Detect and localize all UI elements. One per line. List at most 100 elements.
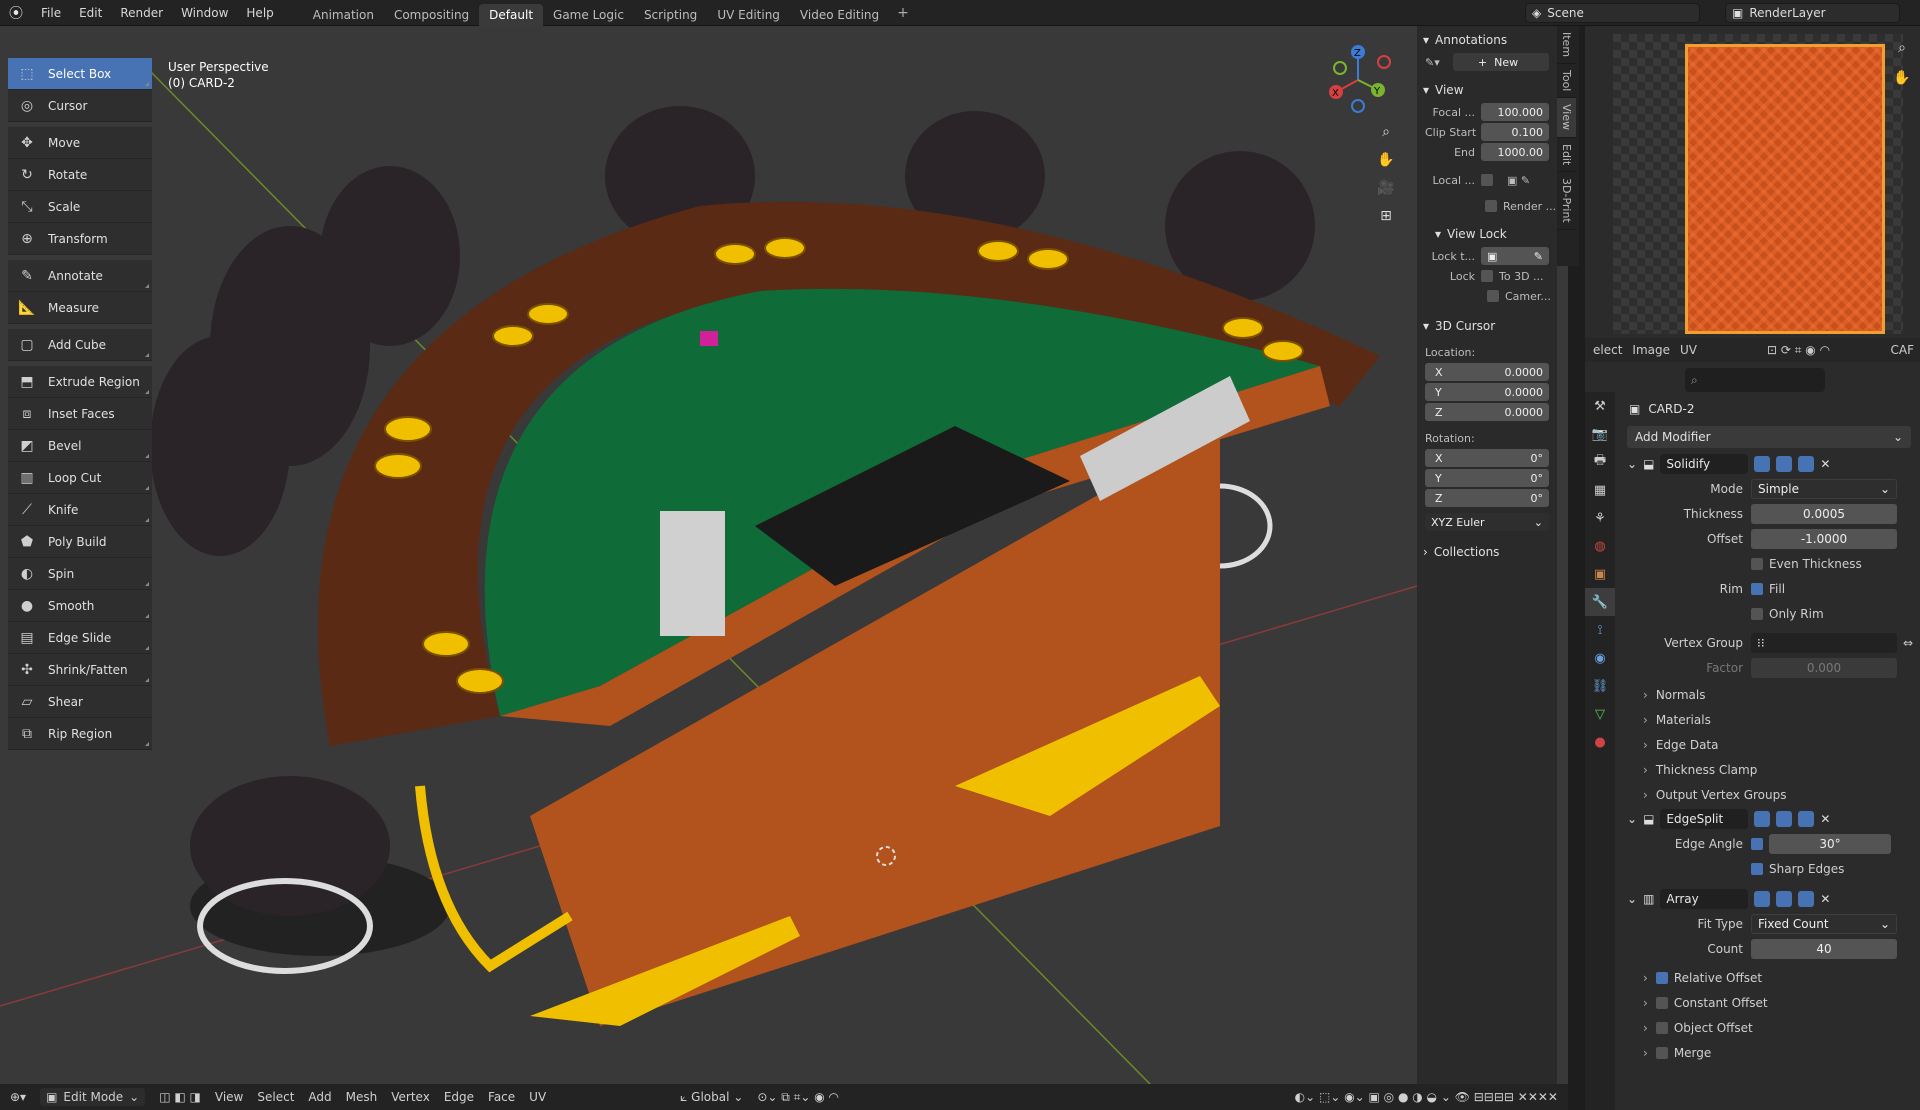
- blender-logo-icon[interactable]: ⦿: [0, 0, 32, 26]
- relative-offset-subpanel[interactable]: Relative Offset: [1621, 965, 1917, 990]
- pan-hand-icon[interactable]: ✋: [1374, 148, 1398, 172]
- even-thickness-checkbox[interactable]: [1751, 557, 1763, 570]
- tab-game-logic[interactable]: Game Logic: [543, 4, 634, 26]
- lock-camera-checkbox[interactable]: [1487, 290, 1499, 302]
- navigation-gizmo[interactable]: Z X Y: [1318, 40, 1398, 120]
- zoom-icon[interactable]: ⌕: [1890, 36, 1914, 60]
- menu-file[interactable]: File: [32, 0, 70, 26]
- invert-icon[interactable]: ⇔: [1903, 636, 1913, 650]
- sharp-edges-checkbox[interactable]: [1751, 862, 1763, 875]
- thickness-field[interactable]: 0.0005: [1751, 503, 1897, 524]
- menu-mesh[interactable]: Mesh: [346, 1090, 378, 1104]
- cursor-location-z-field[interactable]: Z 0.0000: [1425, 403, 1549, 421]
- cursor-location-x-field[interactable]: X 0.0000: [1425, 363, 1549, 381]
- tool-shear[interactable]: ▱ Shear: [8, 686, 152, 718]
- properties-search-input[interactable]: ⌕: [1685, 368, 1825, 392]
- materials-subpanel[interactable]: Materials: [1621, 707, 1917, 732]
- array-name-field[interactable]: Array: [1660, 889, 1749, 909]
- array-modifier-header[interactable]: ⌄ ▥ Array ✕: [1621, 887, 1917, 911]
- tool-spin[interactable]: ◐ Spin: [8, 558, 152, 590]
- menu-edit[interactable]: Edit: [70, 0, 111, 26]
- close-icon[interactable]: ✕: [1820, 457, 1830, 471]
- tool-extrude-region[interactable]: ⬒ Extrude Region: [8, 366, 152, 398]
- cursor-location-y-field[interactable]: Y 0.0000: [1425, 383, 1549, 401]
- thickness-clamp-subpanel[interactable]: Thickness Clamp: [1621, 757, 1917, 782]
- tool-settings-icon[interactable]: ⚒: [1585, 392, 1615, 420]
- output-icon[interactable]: 🖶: [1585, 448, 1615, 476]
- close-icon[interactable]: ✕: [1820, 892, 1830, 906]
- vertex-group-field[interactable]: ⁝⁝: [1751, 632, 1897, 653]
- menu-add[interactable]: Add: [308, 1090, 331, 1104]
- edge-angle-field[interactable]: 30°: [1769, 833, 1891, 854]
- offset-field[interactable]: -1.0000: [1751, 528, 1897, 549]
- tab-item[interactable]: Item: [1557, 26, 1576, 65]
- pivot-snap-icons[interactable]: ⊙⌄ ⧉ ⌗⌄ ◉ ◠: [757, 1090, 839, 1105]
- tool-loop-cut[interactable]: ▥ Loop Cut: [8, 462, 152, 494]
- modifier-wrench-icon[interactable]: 🔧: [1585, 588, 1615, 616]
- edgesplit-modifier-header[interactable]: ⌄ ⬓ EdgeSplit ✕: [1621, 807, 1917, 831]
- object-offset-checkbox[interactable]: [1655, 1021, 1668, 1034]
- view-lock-header[interactable]: ▾ View Lock: [1417, 222, 1557, 246]
- pan-hand-icon[interactable]: ✋: [1890, 66, 1914, 90]
- data-icon[interactable]: ▽: [1585, 700, 1615, 728]
- image-editor[interactable]: ⌕ ✋ elect Image UV ⊡ ⟳ ⌗ ◉ ◠ CAF: [1585, 26, 1920, 362]
- tool-select-box[interactable]: ⬚ Select Box: [8, 58, 152, 90]
- scene-icon[interactable]: ⚘: [1585, 504, 1615, 532]
- tab-uv-editing[interactable]: UV Editing: [707, 4, 790, 26]
- render-region-checkbox[interactable]: [1485, 200, 1497, 212]
- tool-rip-region[interactable]: ⧉ Rip Region: [8, 718, 152, 750]
- constraints-icon[interactable]: ⛓: [1585, 672, 1615, 700]
- solidify-mode-dropdown[interactable]: Simple ⌄: [1751, 478, 1897, 499]
- menu-edge[interactable]: Edge: [444, 1090, 474, 1104]
- menu-image[interactable]: Image: [1632, 343, 1670, 357]
- tab-edit[interactable]: Edit: [1557, 138, 1576, 172]
- image-name[interactable]: CAF: [1891, 343, 1920, 357]
- tab-video-editing[interactable]: Video Editing: [790, 4, 889, 26]
- relative-offset-checkbox[interactable]: [1655, 971, 1668, 984]
- ortho-grid-icon[interactable]: ⊞: [1374, 204, 1398, 228]
- tool-measure[interactable]: 📐 Measure: [8, 292, 152, 324]
- lock-to-3d-cursor-checkbox[interactable]: [1481, 270, 1493, 282]
- edge-data-subpanel[interactable]: Edge Data: [1621, 732, 1917, 757]
- tab-3d-print[interactable]: 3D-Print: [1557, 172, 1576, 230]
- 3d-viewport[interactable]: ⬚ Select Box ◎ Cursor ✥ Move ↻ Rotate ⤡ Scale…: [0, 26, 1568, 1084]
- factor-field[interactable]: 0.000: [1751, 657, 1897, 678]
- menu-help[interactable]: Help: [237, 0, 282, 26]
- shading-overlay-icons[interactable]: ◐⌄ ⬚⌄ ◉⌄ ▣ ◎ ● ◑ ◒ ⌄ 👁 ⊟⊟⊟⊟ ✕✕✕✕: [1295, 1090, 1568, 1104]
- render-layer-selector[interactable]: ▣ RenderLayer: [1725, 3, 1900, 23]
- menu-select[interactable]: elect: [1593, 343, 1622, 357]
- cursor-rotation-z-field[interactable]: Z 0°: [1425, 489, 1549, 507]
- menu-vertex[interactable]: Vertex: [391, 1090, 430, 1104]
- rim-fill-checkbox[interactable]: [1751, 582, 1763, 595]
- add-modifier-dropdown[interactable]: Add Modifier ⌄: [1627, 426, 1911, 448]
- particles-icon[interactable]: ⟟: [1585, 616, 1615, 644]
- tab-tool[interactable]: Tool: [1557, 64, 1576, 99]
- menu-face[interactable]: Face: [488, 1090, 515, 1104]
- tool-scale[interactable]: ⤡ Scale: [8, 191, 152, 223]
- add-workspace-icon[interactable]: +: [889, 5, 917, 21]
- view-layer-icon[interactable]: ▦: [1585, 476, 1615, 504]
- tool-inset-faces[interactable]: ⧈ Inset Faces: [8, 398, 152, 430]
- tool-bevel[interactable]: ◩ Bevel: [8, 430, 152, 462]
- tool-move[interactable]: ✥ Move: [8, 127, 152, 159]
- solidify-name-field[interactable]: Solidify: [1660, 454, 1749, 474]
- tool-shrink-fatten[interactable]: ✣ Shrink/Fatten: [8, 654, 152, 686]
- select-mode-icons[interactable]: ◫ ◧ ◨: [159, 1090, 201, 1104]
- tool-cursor[interactable]: ◎ Cursor: [8, 90, 152, 122]
- tool-poly-build[interactable]: ⬟ Poly Build: [8, 526, 152, 558]
- menu-render[interactable]: Render: [111, 0, 172, 26]
- solidify-modifier-header[interactable]: ⌄ ⬓ Solidify ✕: [1621, 452, 1917, 476]
- editor-type-icon[interactable]: ⊕▾: [10, 1090, 26, 1104]
- only-rim-checkbox[interactable]: [1751, 607, 1763, 620]
- clip-start-field[interactable]: 0.100: [1481, 123, 1549, 141]
- scene-selector[interactable]: ◈ Scene: [1525, 3, 1700, 23]
- new-annotation-button[interactable]: + New: [1453, 53, 1549, 71]
- rotation-mode-dropdown[interactable]: XYZ Euler ⌄: [1425, 513, 1549, 531]
- tab-scripting[interactable]: Scripting: [634, 4, 707, 26]
- cursor-rotation-x-field[interactable]: X 0°: [1425, 449, 1549, 467]
- tool-annotate[interactable]: ✎ Annotate: [8, 260, 152, 292]
- menu-view[interactable]: View: [215, 1090, 243, 1104]
- image-canvas[interactable]: [1613, 34, 1903, 334]
- tab-animation[interactable]: Animation: [303, 4, 384, 26]
- collections-header[interactable]: › Collections: [1417, 540, 1557, 564]
